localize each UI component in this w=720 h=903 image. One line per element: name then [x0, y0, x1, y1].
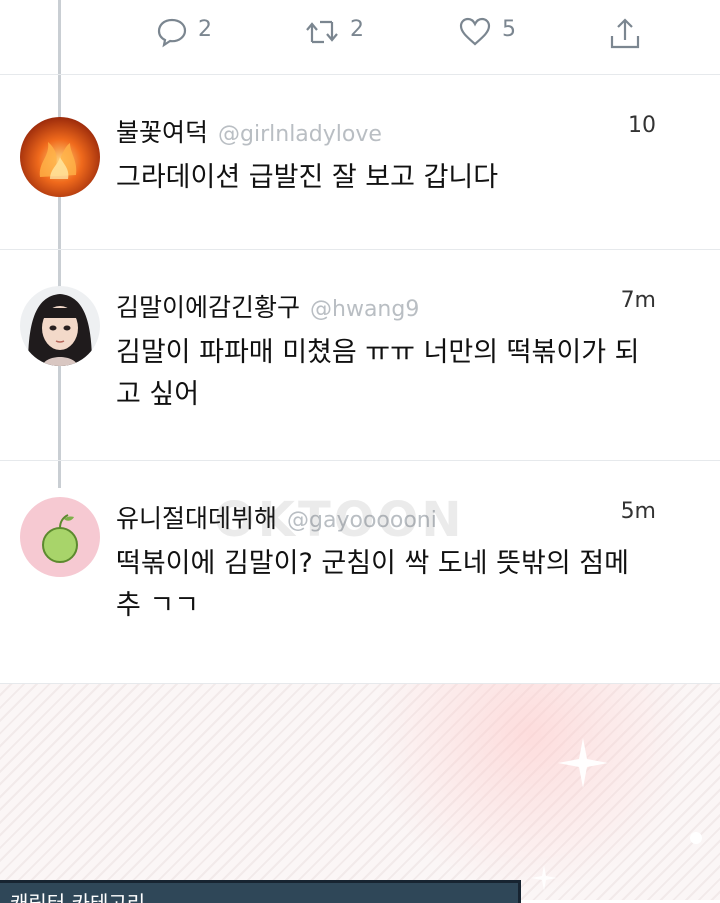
comment-text: 김말이 파파매 미쳤음 ㅠㅠ 너만의 떡볶이가 되고 싶어	[116, 337, 640, 410]
reply-count: 2	[198, 17, 212, 42]
fire-avatar	[20, 117, 100, 197]
comment-item: 유니절대데뷔해 @gayoooooni 5m 떡볶이에 김말이? 군침이 싹 도네…	[0, 461, 720, 684]
like-button[interactable]: 5	[458, 16, 516, 52]
user-handle[interactable]: @hwang9	[310, 297, 419, 322]
avatar[interactable]	[20, 117, 100, 197]
sparkle-icon	[690, 832, 702, 844]
sparkle-icon	[531, 865, 557, 891]
heart-icon	[459, 17, 491, 46]
comment-item: 불꽃여덕 @girlnladylove 10 그라데이션 급발진 잘 보고 갑니다	[0, 75, 720, 250]
caption-text: 캐릭터 카테고리	[10, 891, 146, 903]
avatar[interactable]	[20, 497, 100, 577]
comment-header: 김말이에감긴황구 @hwang9	[116, 288, 419, 324]
like-count: 5	[502, 17, 516, 42]
timestamp: 10	[628, 113, 656, 138]
melon-avatar	[20, 497, 100, 577]
retweet-button[interactable]: 2	[304, 16, 364, 52]
timestamp: 7m	[620, 288, 656, 313]
girl-avatar	[20, 286, 100, 366]
comment-text: 떡볶이에 김말이? 군침이 싹 도네 뜻밖의 점메추 ㄱㄱ	[116, 548, 629, 621]
reply-icon	[157, 18, 187, 48]
comment-text: 그라데이션 급발진 잘 보고 갑니다	[116, 162, 499, 193]
display-name[interactable]: 김말이에감긴황구	[116, 293, 300, 322]
comment-header: 유니절대데뷔해 @gayoooooni	[116, 499, 437, 535]
display-name[interactable]: 불꽃여덕	[116, 118, 208, 147]
reply-button[interactable]: 2	[156, 16, 212, 52]
user-handle[interactable]: @girlnladylove	[218, 122, 382, 147]
tweet-action-bar: 2 2 5	[0, 0, 720, 75]
comment-header: 불꽃여덕 @girlnladylove	[116, 113, 382, 149]
retweet-count: 2	[350, 17, 364, 42]
avatar[interactable]	[20, 286, 100, 366]
user-handle[interactable]: @gayoooooni	[287, 508, 437, 533]
sparkle-icon	[558, 738, 608, 788]
share-icon	[610, 18, 640, 49]
share-button[interactable]	[608, 16, 642, 52]
background-pattern	[0, 684, 720, 900]
timestamp: 5m	[620, 499, 656, 524]
display-name[interactable]: 유니절대데뷔해	[116, 504, 277, 533]
retweet-icon	[306, 20, 338, 44]
comment-item: 김말이에감긴황구 @hwang9 7m 김말이 파파매 미쳤음 ㅠㅠ 너만의 떡볶…	[0, 250, 720, 461]
